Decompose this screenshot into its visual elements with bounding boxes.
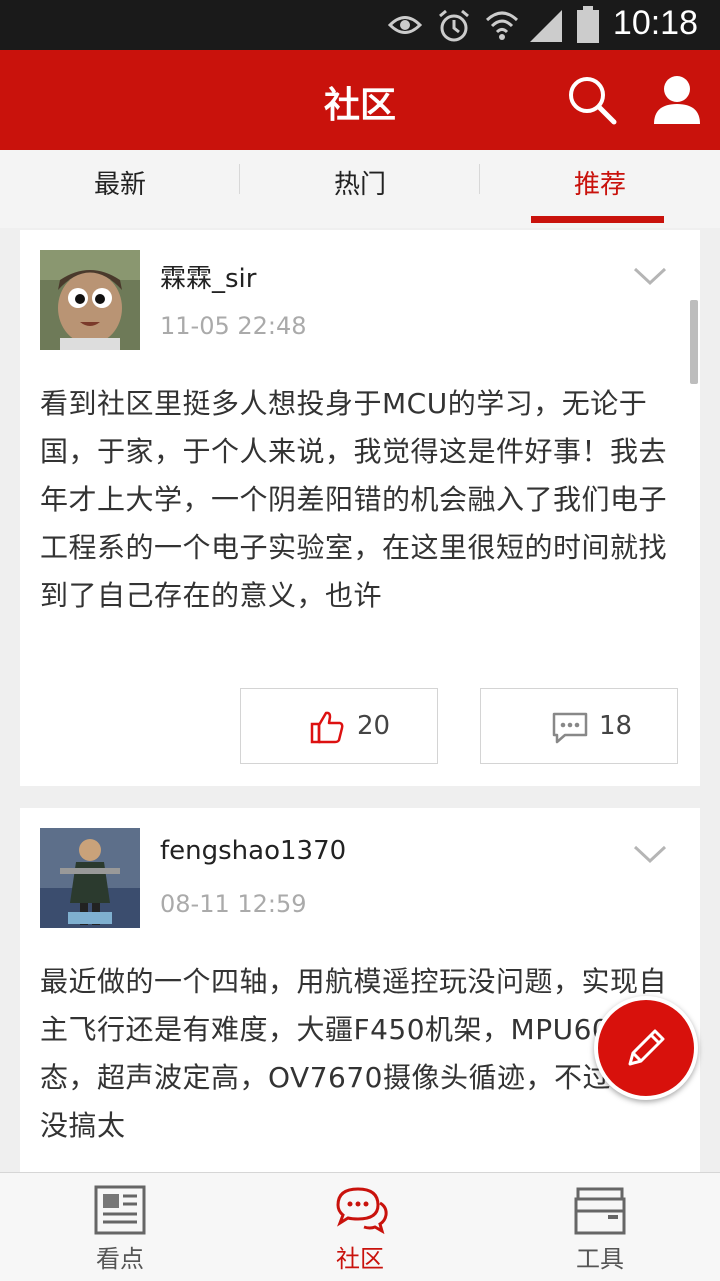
eye-icon [388, 16, 422, 34]
tab-hot[interactable]: 热门 [240, 150, 480, 228]
chevron-down-icon[interactable] [632, 264, 668, 288]
thumbs-up-icon [310, 711, 344, 744]
search-icon[interactable] [566, 74, 618, 126]
nav-item-tools[interactable]: 工具 [480, 1173, 720, 1281]
nav-label: 社区 [336, 1245, 384, 1273]
comment-button[interactable]: 18 [480, 688, 678, 764]
wifi-icon [485, 11, 519, 40]
post-card[interactable]: 霖霖_sir 11-05 22:48 看到社区里挺多人想投身于MCU的学习，无论… [20, 230, 700, 786]
post-time: 08-11 12:59 [160, 890, 307, 918]
scrollbar[interactable] [690, 300, 698, 384]
post-card[interactable]: fengshao1370 08-11 12:59 最近做的一个四轴，用航模遥控玩… [20, 808, 700, 1172]
avatar[interactable] [40, 250, 140, 350]
chat-bubbles-icon [336, 1187, 388, 1235]
username[interactable]: 霖霖_sir [160, 258, 256, 295]
post-content[interactable]: 看到社区里挺多人想投身于MCU的学习，无论于国，于家，于个人来说，我觉得这是件好… [40, 380, 685, 620]
battery-icon [577, 6, 599, 43]
avatar[interactable] [40, 828, 140, 928]
pencil-icon [628, 1029, 665, 1066]
chevron-down-icon[interactable] [632, 842, 668, 866]
post-time: 11-05 22:48 [160, 312, 307, 340]
status-bar: 10:18 [0, 0, 720, 50]
nav-item-community[interactable]: 社区 [240, 1173, 480, 1281]
news-icon [94, 1185, 146, 1235]
like-count: 20 [357, 711, 391, 741]
comment-icon [552, 712, 588, 744]
user-icon[interactable] [652, 74, 702, 126]
post-content[interactable]: 最近做的一个四轴，用航模遥控玩没问题，实现自主飞行还是有难度，大疆F450机架，… [40, 958, 685, 1150]
like-button[interactable]: 20 [240, 688, 438, 764]
app-bar: 社区 [0, 50, 720, 150]
nav-item-kandian[interactable]: 看点 [0, 1173, 240, 1281]
bottom-navigation: 看点 社区 工具 [0, 1172, 720, 1281]
tab-bar: 最新 热门 推荐 [0, 150, 720, 228]
tab-latest[interactable]: 最新 [0, 150, 240, 228]
comment-count: 18 [599, 711, 633, 741]
signal-icon [530, 10, 562, 42]
username[interactable]: fengshao1370 [160, 836, 346, 866]
alarm-icon [439, 9, 469, 42]
toolbox-icon [574, 1187, 626, 1235]
compose-button[interactable] [594, 996, 698, 1100]
clock: 10:18 [612, 4, 698, 42]
nav-label: 工具 [576, 1245, 624, 1273]
active-tab-indicator [531, 216, 664, 223]
nav-label: 看点 [96, 1245, 144, 1273]
